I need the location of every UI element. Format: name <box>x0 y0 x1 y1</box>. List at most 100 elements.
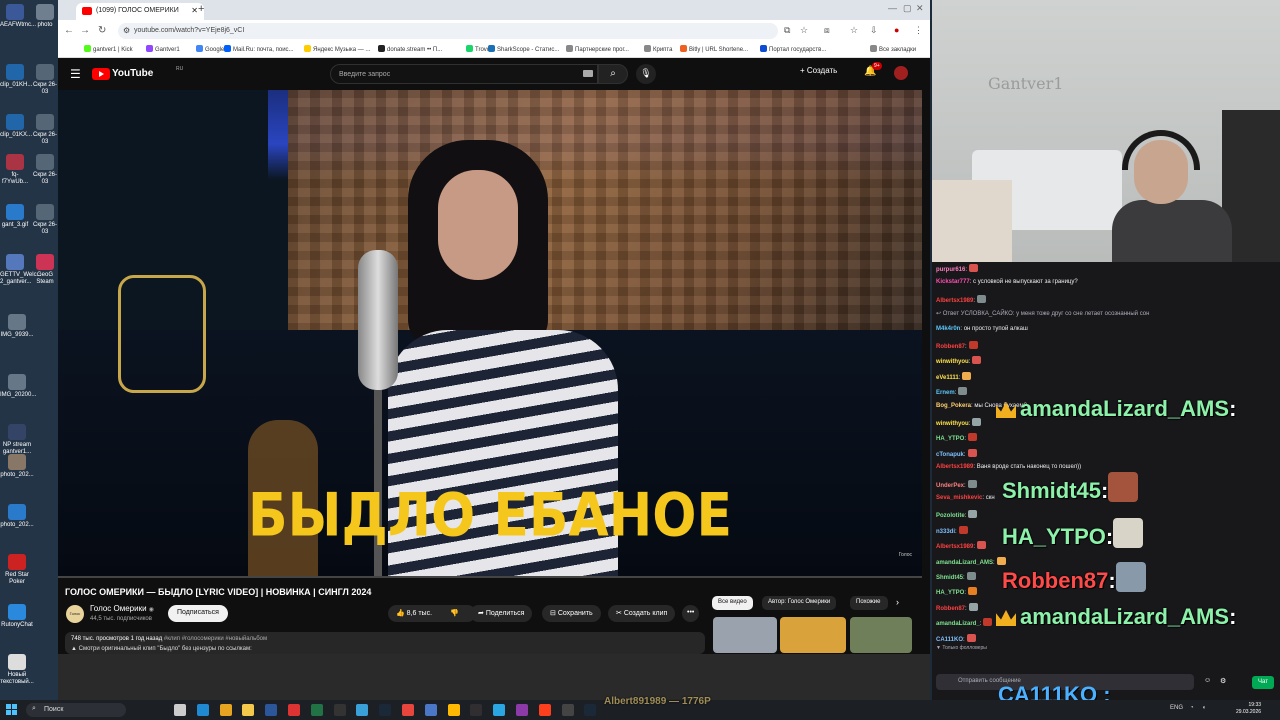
bookmark-item[interactable]: gantver1 | Kick <box>84 45 133 53</box>
share-button[interactable]: ➦ Поделиться <box>470 605 533 622</box>
chat-username[interactable]: M4k4r0n <box>936 326 960 332</box>
chat-username[interactable]: Seva_mishkevic <box>936 495 982 501</box>
chip-author[interactable]: Автор: Голос Омерики <box>762 596 837 610</box>
explorer-icon[interactable] <box>242 704 255 716</box>
chat-username[interactable]: Shmidt45 <box>936 575 963 581</box>
emote-picker-icon[interactable]: ☺ <box>1204 677 1211 684</box>
bookmark-item[interactable]: donate.stream •• П... <box>378 45 442 53</box>
related-thumbnail-2[interactable] <box>780 617 846 653</box>
voice-search-button[interactable]: 🎙 <box>636 64 656 84</box>
desktop-icon[interactable]: IMG_9939... <box>0 312 34 362</box>
chips-next-icon[interactable]: › <box>896 597 899 607</box>
forward-icon[interactable]: → <box>80 25 90 36</box>
create-clip-button[interactable]: ✂ Создать клип <box>608 605 676 622</box>
bookmark-item[interactable]: Все закладки <box>870 45 916 53</box>
chat-username[interactable]: cTonapuk <box>936 452 964 458</box>
desktop-icon[interactable]: Скри 26-03 <box>30 202 60 252</box>
desktop-icon[interactable]: GeoG Steam <box>30 252 60 302</box>
description-box[interactable]: 748 тыс. просмотров 1 год назад #клип #г… <box>65 632 705 654</box>
chat-username[interactable]: amandaLizard_AMS <box>936 560 993 566</box>
chat-username[interactable]: Albertsx1989 <box>936 298 973 304</box>
desktop-icon[interactable]: photo_202... <box>0 452 34 502</box>
volume-icon[interactable]: ◖ <box>1202 705 1206 711</box>
bookmark-item[interactable]: Криптa <box>644 45 673 53</box>
chat-username[interactable]: Robben87 <box>936 344 965 350</box>
video-player[interactable]: БЫДЛО ЕБАНОЕ Голос <box>58 90 922 578</box>
desktop-icon[interactable]: clip_01KH... <box>0 62 32 112</box>
desktop-icon[interactable]: gant_3.gif <box>0 202 30 252</box>
yandex-icon[interactable] <box>538 704 551 716</box>
extensions-icon[interactable]: ⧈ <box>824 25 830 36</box>
chat-username[interactable]: winwithyou <box>936 421 969 427</box>
chat-username[interactable]: Kickstar777 <box>936 279 970 285</box>
bookmark-star-icon[interactable]: ☆ <box>800 25 808 36</box>
taskbar-search[interactable]: ⌕ Поиск <box>26 703 126 717</box>
hashtags[interactable]: #клип #голосомерики #новыйальбом <box>164 636 267 642</box>
chat-username[interactable]: winwithyou <box>936 359 969 365</box>
desktop-icon[interactable]: IMG_20200... <box>0 372 36 422</box>
chat-username[interactable]: Albertsx1989 <box>936 464 973 470</box>
bookmark-item[interactable]: Trovo <box>466 45 490 53</box>
obs-icon[interactable] <box>470 704 483 716</box>
tab-youtube[interactable]: (1099) ГОЛОС ОМЕРИКИ ✕ <box>76 3 204 20</box>
chrome-alt-icon[interactable] <box>356 704 369 716</box>
steam-icon[interactable] <box>584 704 597 716</box>
bookmark-item[interactable]: Партнерские прог... <box>566 45 629 53</box>
steam-app-icon[interactable] <box>379 704 392 716</box>
desktop-icon[interactable]: photo <box>30 2 60 52</box>
reload-icon[interactable]: ↻ <box>98 25 106 36</box>
video-progress-bar[interactable] <box>58 576 922 578</box>
back-icon[interactable]: ← <box>64 25 74 36</box>
profile-icon[interactable]: ● <box>894 25 899 35</box>
bookmark-item[interactable]: Портал государств... <box>760 45 826 53</box>
chat-username[interactable]: purpur616 <box>936 267 965 273</box>
chip-all-videos[interactable]: Все видео <box>712 596 753 610</box>
new-tab-button[interactable]: + <box>198 3 204 15</box>
close-window-icon[interactable]: ✕ <box>916 3 924 14</box>
bookmark-item[interactable]: Gantver1 <box>146 45 180 53</box>
related-thumbnail-3[interactable] <box>850 617 912 653</box>
bookmark-item[interactable]: Яндекс Музыка — ... <box>304 45 370 53</box>
related-thumbnail-1[interactable] <box>713 617 777 653</box>
app-64-icon[interactable] <box>288 704 300 716</box>
save-button[interactable]: ⊟ Сохранить <box>542 605 601 622</box>
hamburger-menu-icon[interactable]: ☰ <box>70 67 81 81</box>
bookmark-item[interactable]: SharkScope - Статис... <box>488 45 559 53</box>
desktop-icon[interactable]: AEAFWtmc... <box>0 2 36 52</box>
account-avatar[interactable] <box>894 66 908 80</box>
app-h-icon[interactable] <box>561 704 574 716</box>
url-field[interactable]: ⚙ youtube.com/watch?v=YEje8j6_vCI <box>118 23 778 39</box>
minimize-icon[interactable]: — <box>888 3 897 13</box>
task-view-icon[interactable] <box>174 704 186 716</box>
subscribe-button[interactable]: Подписаться <box>168 605 228 622</box>
chat-username[interactable]: HA_YTPO <box>936 590 964 596</box>
chip-similar[interactable]: Похожие <box>850 596 888 610</box>
word-icon[interactable] <box>265 704 278 716</box>
search-button[interactable]: ⌕ <box>598 64 628 84</box>
chat-username[interactable]: UnderPex <box>936 483 964 489</box>
chat-settings-icon[interactable]: ⚙ <box>1220 677 1226 685</box>
dislike-button[interactable]: 👎 <box>450 609 459 617</box>
bookmark-item[interactable]: Google <box>196 45 224 53</box>
cast-icon[interactable]: ⧉ <box>784 25 790 36</box>
close-tab-icon[interactable]: ✕ <box>191 6 198 15</box>
edge-icon[interactable] <box>196 704 209 716</box>
like-button[interactable]: 👍 8,6 тыс. <box>396 610 432 617</box>
desktop-icon[interactable]: RutonyChat <box>0 602 34 652</box>
system-clock[interactable]: 19:33 29.03.2026 <box>1236 702 1261 716</box>
desktop-icon[interactable]: Red Star Poker <box>0 552 34 602</box>
files-icon[interactable] <box>447 704 460 716</box>
search-input[interactable]: Введите запрос <box>330 64 598 84</box>
wifi-icon[interactable]: ◔ <box>1190 705 1194 711</box>
bookmark-item[interactable]: Mail.Ru: почта, поис... <box>224 45 294 53</box>
maximize-icon[interactable]: ▢ <box>903 3 912 14</box>
calc-icon[interactable] <box>424 704 437 716</box>
desktop-icon[interactable]: Новый текстовый... <box>0 652 34 702</box>
desktop-icon[interactable]: Скри 26-03 <box>30 62 60 112</box>
channel-name[interactable]: Голос Омерики ◉ <box>90 604 154 613</box>
start-button[interactable] <box>6 704 18 716</box>
telegram-icon[interactable] <box>493 704 506 716</box>
chat-username[interactable]: HA_YTPO <box>936 436 964 442</box>
desktop-icon[interactable]: fq-f7YwUb... <box>0 152 30 202</box>
language-indicator[interactable]: ENG <box>1170 705 1183 711</box>
